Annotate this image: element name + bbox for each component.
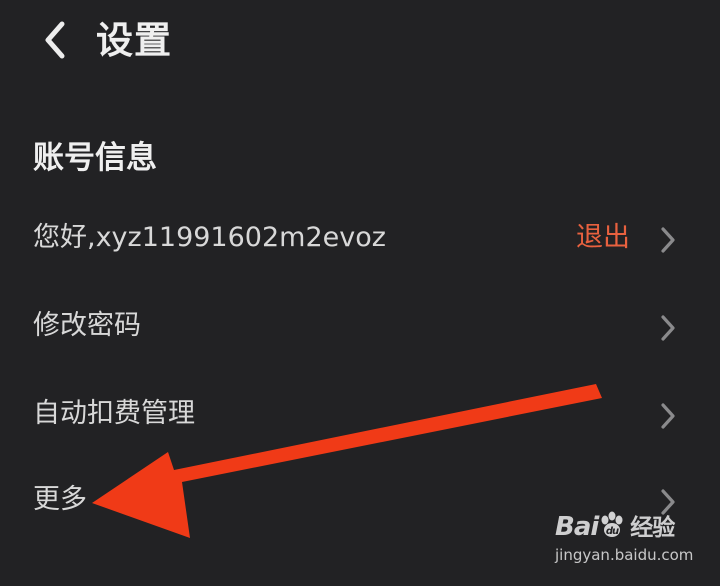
account-greeting-label: 您好,xyz11991602m2evoz — [33, 222, 386, 253]
chevron-right-icon — [661, 227, 675, 253]
more-label: 更多 — [33, 484, 87, 515]
account-greeting-row[interactable]: 您好,xyz11991602m2evoz 退出 — [0, 200, 720, 280]
chevron-right-icon — [661, 315, 675, 341]
logout-button[interactable]: 退出 — [576, 218, 630, 258]
change-password-label: 修改密码 — [33, 310, 141, 341]
chevron-left-icon — [45, 21, 65, 59]
auto-debit-management-row[interactable]: 自动扣费管理 — [0, 376, 720, 456]
page-title: 设置 — [96, 19, 172, 62]
change-password-row[interactable]: 修改密码 — [0, 288, 720, 368]
header-bar: 设置 — [0, 0, 720, 90]
back-button[interactable] — [36, 18, 76, 62]
paw-icon: du — [601, 511, 623, 537]
baidu-jingyan-watermark: Bai du 经验 jingyan.baidu.com — [555, 508, 710, 578]
watermark-domain: jingyan.baidu.com — [555, 546, 694, 564]
svg-text:du: du — [606, 526, 619, 537]
watermark-logo: Bai du 经验 — [555, 511, 675, 542]
chevron-right-icon — [661, 403, 675, 429]
section-title-account: 账号信息 — [33, 140, 157, 176]
auto-debit-management-label: 自动扣费管理 — [33, 398, 195, 429]
